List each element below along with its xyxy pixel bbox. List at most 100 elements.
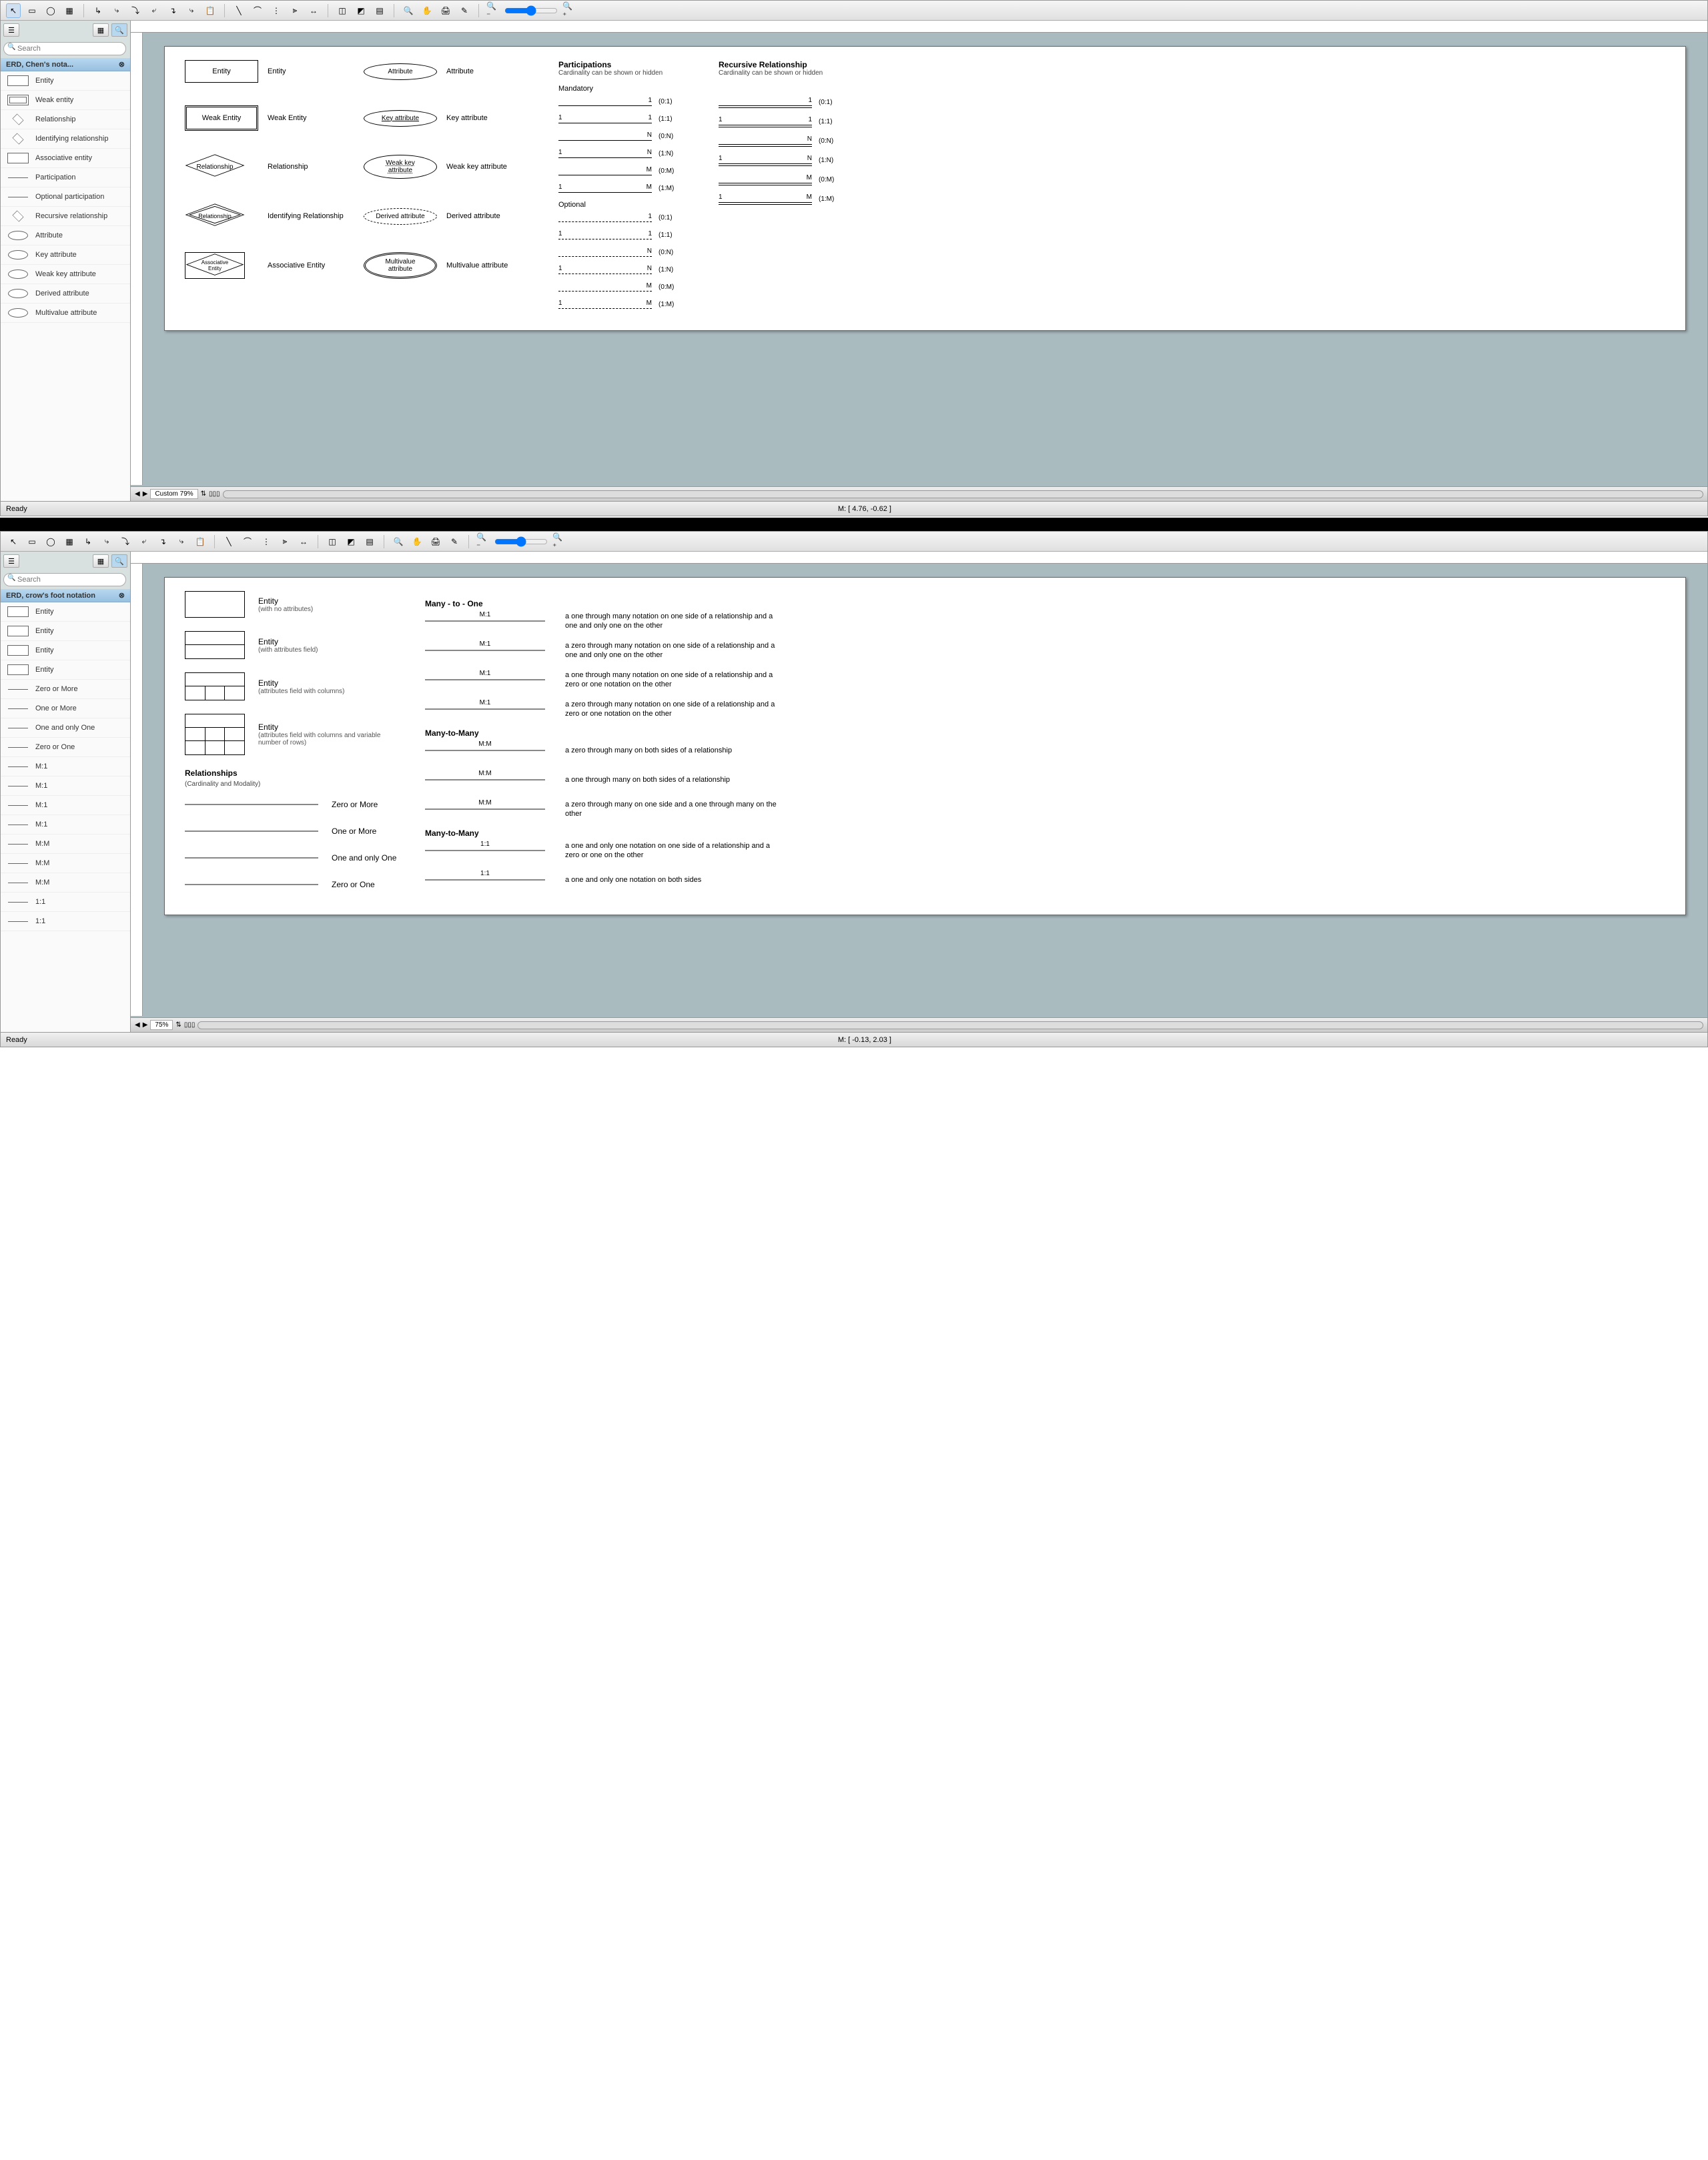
connector5-tool-icon[interactable]: ↴ (155, 534, 170, 549)
grid-view-icon[interactable]: ▦ (93, 23, 109, 37)
zoom-in-icon[interactable]: 🔍⁺ (552, 534, 566, 549)
page-tabs-icon[interactable]: ▯▯▯ (209, 490, 220, 498)
zoom-label[interactable]: 75% (150, 1020, 173, 1030)
connector4-tool-icon[interactable]: ⤶ (137, 534, 151, 549)
grid-view-icon[interactable]: ▦ (93, 554, 109, 568)
shape-item[interactable]: M:1 (1, 776, 130, 796)
zoom-out-icon[interactable]: 🔍⁻ (486, 3, 500, 18)
line-tool-icon[interactable]: ╲ (222, 534, 236, 549)
zoom-stepper-icon[interactable]: ⇅ (201, 490, 206, 498)
shape-item[interactable]: One or More (1, 699, 130, 718)
connector-tool-icon[interactable]: ↳ (81, 534, 95, 549)
zoom-tool-icon[interactable]: 🔍 (391, 534, 406, 549)
page-next-icon[interactable]: ▶ (143, 1021, 148, 1029)
rect-tool-icon[interactable]: ▭ (25, 534, 39, 549)
ungroup-tool-icon[interactable]: ◩ (354, 3, 368, 18)
search-toggle-icon[interactable]: 🔍 (111, 554, 127, 568)
pointer-tool-icon[interactable]: ↖ (6, 3, 21, 18)
shape-item[interactable]: Zero or More (1, 680, 130, 699)
page-prev-icon[interactable]: ◀ (135, 490, 140, 498)
tree-view-icon[interactable]: ☰ (3, 554, 19, 568)
shape-item[interactable]: Entity (1, 622, 130, 641)
shape-item[interactable]: M:1 (1, 796, 130, 815)
shape-item[interactable]: 1:1 (1, 912, 130, 931)
shape-search-input[interactable] (3, 42, 126, 55)
zoom-slider[interactable] (494, 536, 548, 547)
align-tool-icon[interactable]: ⫸ (278, 534, 292, 549)
print-tool-icon[interactable]: 🖨 (428, 534, 443, 549)
connector3-tool-icon[interactable]: ⤵ (128, 3, 143, 18)
library-header[interactable]: ERD, crow's foot notation ⊗ (1, 589, 130, 602)
shape-item[interactable]: Key attribute (1, 245, 130, 265)
connector5-tool-icon[interactable]: ↴ (165, 3, 180, 18)
zoom-stepper-icon[interactable]: ⇅ (175, 1021, 181, 1029)
shape-item[interactable]: Derived attribute (1, 284, 130, 304)
shape-item[interactable]: Entity (1, 660, 130, 680)
zoom-slider[interactable] (504, 5, 558, 16)
tree-view-icon[interactable]: ☰ (3, 23, 19, 37)
horizontal-scrollbar[interactable] (223, 490, 1703, 498)
shape-item[interactable]: Optional participation (1, 187, 130, 207)
connector6-tool-icon[interactable]: ⤷ (174, 534, 189, 549)
shape-item[interactable]: Weak entity (1, 91, 130, 110)
zoom-out-icon[interactable]: 🔍⁻ (476, 534, 490, 549)
zoom-in-icon[interactable]: 🔍⁺ (562, 3, 576, 18)
page-tabs-icon[interactable]: ▯▯▯ (184, 1021, 195, 1029)
canvas[interactable]: Entity Entity Attribute Attribute Weak E… (151, 33, 1699, 485)
print-tool-icon[interactable]: 🖨 (438, 3, 453, 18)
eyedropper-tool-icon[interactable]: ✎ (457, 3, 472, 18)
shape-search-input[interactable] (3, 573, 126, 586)
zoom-tool-icon[interactable]: 🔍 (401, 3, 416, 18)
library-header[interactable]: ERD, Chen's nota... ⊗ (1, 58, 130, 71)
connector6-tool-icon[interactable]: ⤷ (184, 3, 199, 18)
shape-item[interactable]: Relationship (1, 110, 130, 129)
shape-item[interactable]: Multivalue attribute (1, 304, 130, 323)
shape-item[interactable]: Entity (1, 71, 130, 91)
paste-tool-icon[interactable]: 📋 (203, 3, 218, 18)
distribute-tool-icon[interactable]: ↔ (306, 3, 321, 18)
group-tool-icon[interactable]: ◫ (335, 3, 350, 18)
connector4-tool-icon[interactable]: ⤶ (147, 3, 161, 18)
page-prev-icon[interactable]: ◀ (135, 1021, 140, 1029)
shape-item[interactable]: Weak key attribute (1, 265, 130, 284)
shape-item[interactable]: Entity (1, 641, 130, 660)
connector-tool-icon[interactable]: ↳ (91, 3, 105, 18)
table-tool-icon[interactable]: ▦ (62, 534, 77, 549)
table-tool-icon[interactable]: ▦ (62, 3, 77, 18)
shape-item[interactable]: M:1 (1, 757, 130, 776)
paste-tool-icon[interactable]: 📋 (193, 534, 207, 549)
points-tool-icon[interactable]: ⋮ (259, 534, 274, 549)
ungroup-tool-icon[interactable]: ◩ (344, 534, 358, 549)
shape-item[interactable]: M:M (1, 854, 130, 873)
shape-item[interactable]: Participation (1, 168, 130, 187)
shape-item[interactable]: Attribute (1, 226, 130, 245)
shape-item[interactable]: 1:1 (1, 893, 130, 912)
collapse-icon[interactable]: ⊗ (119, 60, 125, 69)
connector2-tool-icon[interactable]: ⤷ (109, 3, 124, 18)
connector3-tool-icon[interactable]: ⤵ (118, 534, 133, 549)
align-tool-icon[interactable]: ⫸ (288, 3, 302, 18)
shape-item[interactable]: M:M (1, 873, 130, 893)
shape-item[interactable]: M:1 (1, 815, 130, 835)
pointer-tool-icon[interactable]: ↖ (6, 534, 21, 549)
page-next-icon[interactable]: ▶ (143, 490, 148, 498)
ellipse-tool-icon[interactable]: ◯ (43, 534, 58, 549)
horizontal-scrollbar[interactable] (197, 1021, 1703, 1029)
arc-tool-icon[interactable]: ⌒ (240, 534, 255, 549)
ellipse-tool-icon[interactable]: ◯ (43, 3, 58, 18)
hand-tool-icon[interactable]: ✋ (410, 534, 424, 549)
shape-item[interactable]: Entity (1, 602, 130, 622)
search-toggle-icon[interactable]: 🔍 (111, 23, 127, 37)
connector2-tool-icon[interactable]: ⤷ (99, 534, 114, 549)
shape-item[interactable]: Associative entity (1, 149, 130, 168)
collapse-icon[interactable]: ⊗ (119, 591, 125, 600)
eyedropper-tool-icon[interactable]: ✎ (447, 534, 462, 549)
arc-tool-icon[interactable]: ⌒ (250, 3, 265, 18)
shape-item[interactable]: Zero or One (1, 738, 130, 757)
layers-tool-icon[interactable]: ▤ (372, 3, 387, 18)
canvas[interactable]: Entity(with no attributes)Entity(with at… (151, 564, 1699, 1016)
shape-item[interactable]: Identifying relationship (1, 129, 130, 149)
zoom-label[interactable]: Custom 79% (150, 489, 197, 499)
points-tool-icon[interactable]: ⋮ (269, 3, 284, 18)
shape-item[interactable]: M:M (1, 835, 130, 854)
